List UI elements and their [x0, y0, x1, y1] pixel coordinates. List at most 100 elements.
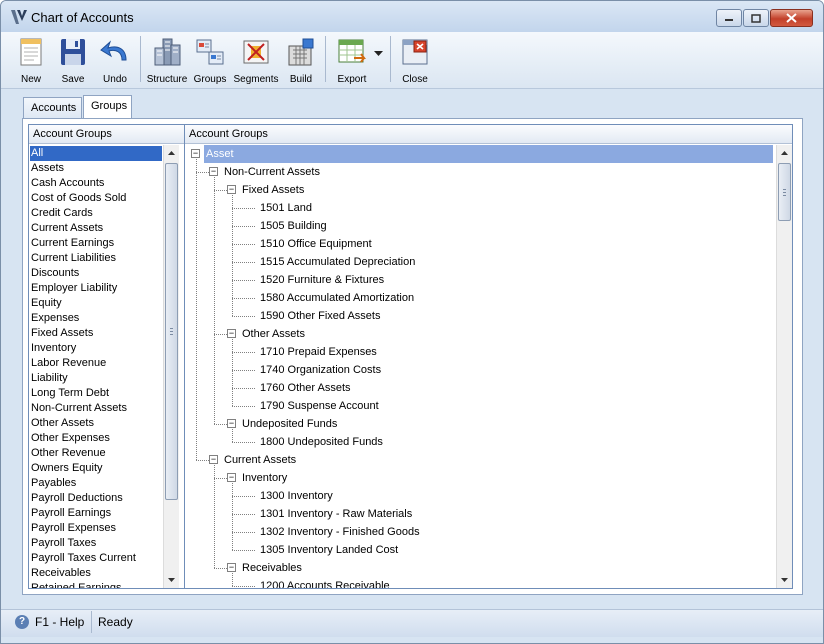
undo-button[interactable]: Undo	[97, 34, 133, 86]
groups-button[interactable]: Groups	[191, 34, 229, 86]
list-item[interactable]: Other Revenue	[30, 446, 162, 461]
list-item[interactable]: Credit Cards	[30, 206, 162, 221]
status-text: Ready	[98, 615, 133, 629]
collapse-icon[interactable]: −	[209, 455, 218, 464]
list-item[interactable]: Other Assets	[30, 416, 162, 431]
tree-account-node[interactable]: 1301 Inventory - Raw Materials	[258, 505, 412, 523]
list-item[interactable]: Payroll Expenses	[30, 521, 162, 536]
list-item[interactable]: Employer Liability	[30, 281, 162, 296]
collapse-icon[interactable]: −	[227, 473, 236, 482]
list-item[interactable]: Payroll Deductions	[30, 491, 162, 506]
build-button[interactable]: Build	[284, 34, 318, 86]
account-groups-tree[interactable]: − Asset − Non-Current Assets − Fixed Assets 15…	[185, 145, 776, 588]
chevron-down-icon	[168, 578, 175, 582]
tree-account-node[interactable]: 1520 Furniture & Fixtures	[258, 271, 384, 289]
list-item[interactable]: Retained Earnings	[30, 581, 162, 588]
collapse-icon[interactable]: −	[227, 329, 236, 338]
list-item[interactable]: Cost of Goods Sold	[30, 191, 162, 206]
tree-group-node[interactable]: Inventory	[240, 469, 287, 487]
list-item[interactable]: Current Liabilities	[30, 251, 162, 266]
close-icon	[786, 13, 797, 23]
maximize-button[interactable]	[743, 9, 769, 27]
scroll-thumb[interactable]	[165, 163, 178, 500]
status-separator	[91, 611, 92, 633]
tree-group-node[interactable]: Fixed Assets	[240, 181, 304, 199]
help-label[interactable]: F1 - Help	[35, 615, 84, 629]
tree-group-node[interactable]: Asset	[204, 145, 773, 163]
scroll-up-button[interactable]	[777, 145, 792, 161]
tree-account-node[interactable]: 1760 Other Assets	[258, 379, 351, 397]
tree-group-node[interactable]: Other Assets	[240, 325, 305, 343]
tree-account-node[interactable]: 1510 Office Equipment	[258, 235, 372, 253]
list-item[interactable]: Cash Accounts	[30, 176, 162, 191]
tree-account-node[interactable]: 1740 Organization Costs	[258, 361, 381, 379]
account-groups-list[interactable]: All Assets Cash Accounts Cost of Goods Sold…	[29, 145, 164, 588]
list-item[interactable]: Payroll Taxes	[30, 536, 162, 551]
tree-account-node[interactable]: 1505 Building	[258, 217, 327, 235]
chevron-up-icon	[781, 151, 788, 155]
tree-account-node[interactable]: 1302 Inventory - Finished Goods	[258, 523, 420, 541]
list-item[interactable]: Non-Current Assets	[30, 401, 162, 416]
tree-account-node[interactable]: 1580 Accumulated Amortization	[258, 289, 414, 307]
save-floppy-icon	[61, 39, 85, 65]
list-vertical-scrollbar[interactable]	[163, 145, 179, 588]
tree-account-node[interactable]: 1790 Suspense Account	[258, 397, 379, 415]
list-item[interactable]: Payables	[30, 476, 162, 491]
tab-accounts[interactable]: Accounts	[23, 97, 82, 119]
tree-vertical-scrollbar[interactable]	[776, 145, 792, 588]
scroll-up-button[interactable]	[164, 145, 179, 161]
new-button[interactable]: New	[13, 34, 49, 86]
scroll-down-button[interactable]	[164, 572, 179, 588]
list-item[interactable]: Owners Equity	[30, 461, 162, 476]
list-item[interactable]: Liability	[30, 371, 162, 386]
list-item[interactable]: Current Earnings	[30, 236, 162, 251]
collapse-icon[interactable]: −	[227, 185, 236, 194]
scroll-thumb[interactable]	[778, 163, 791, 221]
tree-group-node[interactable]: Receivables	[240, 559, 302, 577]
close-button[interactable]: Close	[397, 34, 433, 86]
list-item[interactable]: All	[30, 146, 162, 161]
list-item[interactable]: Receivables	[30, 566, 162, 581]
app-logo-icon	[11, 10, 27, 24]
tree-account-node[interactable]: 1501 Land	[258, 199, 312, 217]
export-icon	[338, 39, 366, 63]
tree-account-node[interactable]: 1300 Inventory	[258, 487, 333, 505]
list-item[interactable]: Payroll Earnings	[30, 506, 162, 521]
scroll-down-button[interactable]	[777, 572, 792, 588]
tab-groups[interactable]: Groups	[83, 95, 132, 119]
help-icon[interactable]: ?	[15, 615, 29, 629]
list-item[interactable]: Assets	[30, 161, 162, 176]
collapse-icon[interactable]: −	[227, 419, 236, 428]
tree-account-node[interactable]: 1515 Accumulated Depreciation	[258, 253, 415, 271]
list-item[interactable]: Equity	[30, 296, 162, 311]
segments-button[interactable]: Segments	[233, 34, 279, 86]
list-item[interactable]: Inventory	[30, 341, 162, 356]
close-window-button[interactable]	[770, 9, 813, 27]
title-bar[interactable]: Chart of Accounts	[1, 1, 823, 32]
structure-button[interactable]: Structure	[147, 34, 187, 86]
tree-group-node[interactable]: Current Assets	[222, 451, 296, 469]
tree-account-node[interactable]: 1710 Prepaid Expenses	[258, 343, 377, 361]
collapse-icon[interactable]: −	[191, 149, 200, 158]
structure-icon	[154, 38, 181, 66]
minimize-button[interactable]	[716, 9, 742, 27]
list-item[interactable]: Expenses	[30, 311, 162, 326]
list-item[interactable]: Payroll Taxes Current	[30, 551, 162, 566]
tree-group-node[interactable]: Non-Current Assets	[222, 163, 320, 181]
list-item[interactable]: Other Expenses	[30, 431, 162, 446]
list-item[interactable]: Current Assets	[30, 221, 162, 236]
list-item[interactable]: Long Term Debt	[30, 386, 162, 401]
save-button[interactable]: Save	[56, 34, 90, 86]
list-item[interactable]: Labor Revenue	[30, 356, 162, 371]
tree-account-node[interactable]: 1800 Undeposited Funds	[258, 433, 383, 451]
list-item[interactable]: Discounts	[30, 266, 162, 281]
collapse-icon[interactable]: −	[227, 563, 236, 572]
export-dropdown-button[interactable]	[374, 48, 383, 60]
export-button[interactable]: Export	[332, 34, 372, 86]
list-item[interactable]: Fixed Assets	[30, 326, 162, 341]
tree-account-node[interactable]: 1305 Inventory Landed Cost	[258, 541, 398, 559]
tree-group-node[interactable]: Undeposited Funds	[240, 415, 337, 433]
tree-account-node[interactable]: 1200 Accounts Receivable	[258, 577, 390, 588]
tree-account-node[interactable]: 1590 Other Fixed Assets	[258, 307, 380, 325]
collapse-icon[interactable]: −	[209, 167, 218, 176]
